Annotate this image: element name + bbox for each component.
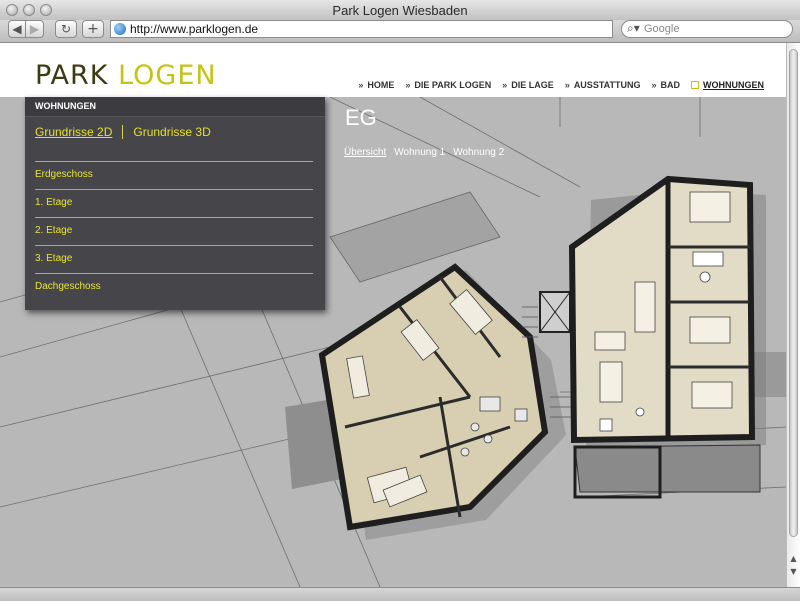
link-wohnung-2[interactable]: Wohnung 2: [453, 147, 504, 158]
search-icon: ⌕▾: [627, 21, 640, 35]
floor-link-erdgeschoss[interactable]: Erdgeschoss: [35, 161, 313, 188]
reload-button[interactable]: ↻: [55, 20, 77, 38]
nav-label: AUSSTATTUNG: [573, 80, 641, 90]
chevron-right-icon: »: [358, 80, 364, 90]
nav-wohnungen[interactable]: WOHNUNGEN: [691, 80, 764, 90]
vertical-scrollbar[interactable]: ▲ ▼: [786, 43, 800, 587]
nav-bad[interactable]: » BAD: [651, 80, 680, 90]
site-logo[interactable]: PARK LOGEN: [35, 60, 217, 91]
floor-link-2-etage[interactable]: 2. Etage: [35, 217, 313, 244]
reload-icon: ↻: [60, 22, 72, 36]
floor-link-3-etage[interactable]: 3. Etage: [35, 245, 313, 272]
scroll-down-arrow-icon[interactable]: ▼: [788, 566, 799, 577]
chevron-right-icon: »: [502, 80, 508, 90]
forward-arrow-icon: ▶: [29, 22, 40, 36]
window-title: Park Logen Wiesbaden: [332, 3, 468, 18]
apartment-links: Übersicht Wohnung 1 Wohnung 2: [344, 147, 504, 158]
logo-part-logen: LOGEN: [118, 60, 217, 91]
plan-type-tabs: Grundrisse 2D Grundrisse 3D: [35, 125, 211, 139]
chevron-right-icon: »: [651, 80, 657, 90]
chevron-right-icon: »: [405, 80, 411, 90]
nav-home[interactable]: » HOME: [358, 80, 394, 90]
browser-statusbar: [0, 587, 800, 601]
logo-part-park: PARK: [35, 60, 109, 91]
nav-die-lage[interactable]: » DIE LAGE: [502, 80, 554, 90]
active-square-icon: [691, 81, 699, 89]
tab-divider: [122, 125, 124, 139]
add-bookmark-button[interactable]: +: [82, 20, 104, 38]
tab-grundrisse-3d[interactable]: Grundrisse 3D: [133, 125, 210, 139]
nav-ausstattung[interactable]: » AUSSTATTUNG: [565, 80, 641, 90]
nav-label: BAD: [660, 80, 681, 90]
nav-label: WOHNUNGEN: [703, 80, 764, 90]
apartments-panel: WOHNUNGEN Grundrisse 2D Grundrisse 3D Er…: [25, 97, 325, 310]
url-text: http://www.parklogen.de: [130, 22, 259, 36]
nav-label: DIE LAGE: [511, 80, 554, 90]
floor-link-dachgeschoss[interactable]: Dachgeschoss: [35, 273, 313, 300]
browser-toolbar: ◀ ▶ ↻ + http://www.parklogen.de ⌕▾ Googl…: [0, 20, 800, 43]
search-field[interactable]: ⌕▾ Google: [621, 20, 793, 38]
floor-title: EG: [345, 105, 377, 130]
plus-icon: +: [87, 21, 99, 37]
search-placeholder: Google: [644, 23, 680, 35]
link-wohnung-1[interactable]: Wohnung 1: [394, 147, 445, 158]
main-navigation: » HOME » DIE PARK LOGEN » DIE LAGE » AUSSTAT…: [358, 80, 764, 90]
web-page: PARK LOGEN » HOME » DIE PARK LOGEN » DIE LA…: [0, 43, 786, 587]
address-bar[interactable]: http://www.parklogen.de: [110, 20, 613, 38]
back-button[interactable]: ◀: [8, 20, 26, 38]
nav-die-park-logen[interactable]: » DIE PARK LOGEN: [405, 80, 491, 90]
scrollbar-thumb[interactable]: [789, 49, 798, 537]
globe-icon: [114, 23, 126, 35]
panel-heading: WOHNUNGEN: [25, 97, 325, 117]
tab-grundrisse-2d[interactable]: Grundrisse 2D: [35, 125, 112, 139]
forward-button[interactable]: ▶: [25, 20, 44, 38]
nav-label: HOME: [367, 80, 395, 90]
nav-label: DIE PARK LOGEN: [414, 80, 492, 90]
window-titlebar: Park Logen Wiesbaden: [0, 0, 800, 21]
chevron-right-icon: »: [564, 80, 570, 90]
floor-link-1-etage[interactable]: 1. Etage: [35, 189, 313, 216]
scroll-up-arrow-icon[interactable]: ▲: [788, 553, 799, 564]
back-arrow-icon: ◀: [12, 22, 22, 36]
link-uebersicht[interactable]: Übersicht: [344, 147, 386, 158]
